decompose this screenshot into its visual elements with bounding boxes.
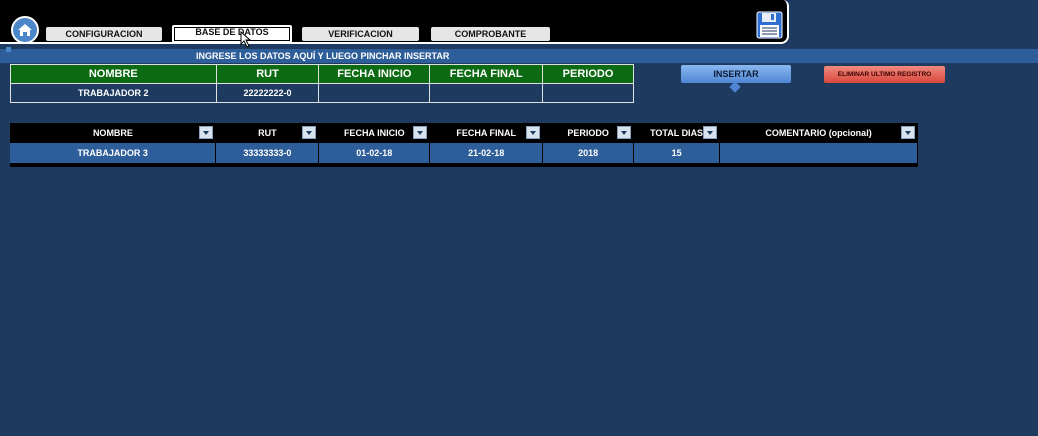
save-button[interactable] [756,11,783,39]
records-header-fecha-inicio: FECHA INICIO [318,123,430,143]
records-cell-fecha-inicio[interactable]: 01-02-18 [318,143,431,163]
records-cell-fecha-final[interactable]: 21-02-18 [429,143,544,163]
header-label: FECHA FINAL [456,128,517,138]
entry-header-row: NOMBRE RUT FECHA INICIO FECHA FINAL PERI… [10,64,634,84]
nav-base-de-datos-button[interactable]: BASE DE DATOS [172,25,292,43]
records-header-fecha-final: FECHA FINAL [429,123,543,143]
home-button[interactable] [11,16,39,44]
insert-button[interactable]: INSERTAR [681,65,791,83]
dropdown-icon[interactable] [301,126,316,139]
header-label: TOTAL DIAS [650,128,704,138]
nav-comprobante-button[interactable]: COMPROBANTE [431,27,550,41]
records-header-rut: RUT [215,123,319,143]
dropdown-icon[interactable] [616,126,631,139]
records-cell-comentario[interactable] [719,143,918,163]
records-header-comentario: COMENTARIO (opcional) [719,123,918,143]
entry-cell-fecha-final[interactable] [429,83,544,103]
header-label: NOMBRE [92,128,133,138]
header-label: PERIODO [567,128,609,138]
entry-cell-fecha-inicio[interactable] [318,83,431,103]
entry-header-nombre: NOMBRE [10,64,217,84]
nav-configuracion-button[interactable]: CONFIGURACION [46,27,162,41]
entry-cell-rut[interactable]: 22222222-0 [215,83,320,103]
entry-cell-periodo[interactable] [542,83,634,103]
entry-header-periodo: PERIODO [542,64,634,84]
header-label: COMENTARIO (opcional) [765,128,872,138]
top-navigation-bar: CONFIGURACION BASE DE DATOS VERIFICACION… [0,0,789,48]
dropdown-icon[interactable] [702,126,717,139]
nav-verificacion-button[interactable]: VERIFICACION [302,27,419,41]
dropdown-icon[interactable] [525,126,540,139]
records-header-row: NOMBRE RUT FECHA INICIO FECHA FINAL PERI… [10,123,918,143]
save-icon [756,11,783,39]
entry-cell-nombre[interactable]: TRABAJADOR 2 [10,83,217,103]
records-header-nombre: NOMBRE [10,123,216,143]
header-label: FECHA INICIO [343,128,405,138]
delete-last-record-button[interactable]: ELIMINAR ULTIMO REGISTRO [824,66,945,83]
entry-input-row: TRABAJADOR 2 22222222-0 [10,83,634,103]
instruction-banner: INGRESE LOS DATOS AQUÍ Y LUEGO PINCHAR I… [0,47,1038,63]
entry-header-fecha-inicio: FECHA INICIO [318,64,431,84]
insert-arrow-icon [729,81,741,93]
dropdown-icon[interactable] [198,126,213,139]
records-header-periodo: PERIODO [542,123,634,143]
cursor-icon [240,31,252,48]
entry-header-fecha-final: FECHA FINAL [429,64,544,84]
table-row: TRABAJADOR 3 33333333-0 01-02-18 21-02-1… [10,143,918,163]
records-cell-total-dias[interactable]: 15 [633,143,721,163]
header-label: RUT [258,128,277,138]
instruction-text: INGRESE LOS DATOS AQUÍ Y LUEGO PINCHAR I… [196,51,450,61]
entry-table: NOMBRE RUT FECHA INICIO FECHA FINAL PERI… [10,64,634,103]
records-cell-rut[interactable]: 33333333-0 [215,143,320,163]
dropdown-icon[interactable] [900,126,915,139]
entry-header-rut: RUT [215,64,320,84]
dropdown-icon[interactable] [412,126,427,139]
records-cell-periodo[interactable]: 2018 [542,143,635,163]
records-table: NOMBRE RUT FECHA INICIO FECHA FINAL PERI… [10,123,918,167]
records-header-total-dias: TOTAL DIAS [633,123,720,143]
cell-marker [6,47,11,52]
table-bottom-border [10,163,918,167]
home-icon [18,24,32,36]
records-cell-nombre[interactable]: TRABAJADOR 3 [10,143,217,163]
